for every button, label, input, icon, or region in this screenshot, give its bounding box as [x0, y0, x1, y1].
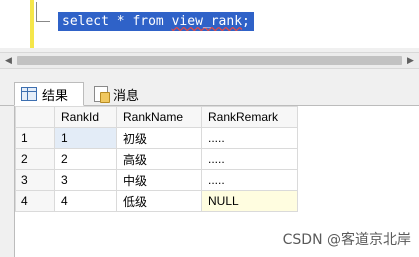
tab-messages-label: 消息: [113, 87, 140, 103]
sql-select-keyword: select: [62, 14, 109, 29]
horizontal-scrollbar[interactable]: ◀ ▶: [0, 52, 419, 69]
table-row: 3 3 中级 .....: [15, 169, 298, 191]
cell-rankremark[interactable]: .....: [201, 169, 298, 191]
cell-rankname[interactable]: 初级: [116, 127, 202, 149]
scroll-left-icon[interactable]: ◀: [0, 53, 17, 68]
cell-rankid[interactable]: 1: [54, 127, 117, 149]
sql-from-keyword: from: [132, 14, 164, 29]
editor-gutter: [0, 0, 32, 48]
row-number[interactable]: 3: [15, 169, 55, 191]
sql-star: *: [116, 14, 125, 29]
cell-rankname[interactable]: 低级: [116, 190, 202, 212]
tab-results-label: 结果: [42, 87, 69, 103]
tab-results[interactable]: 结果: [14, 82, 84, 106]
corner-cell[interactable]: [15, 106, 55, 128]
header-row: RankId RankName RankRemark: [15, 106, 298, 128]
table-row: 4 4 低级 NULL: [15, 190, 298, 212]
column-header-rankid[interactable]: RankId: [54, 106, 117, 128]
cell-rankremark[interactable]: .....: [201, 127, 298, 149]
results-tab-bar: 结果 消息: [0, 78, 419, 106]
row-number[interactable]: 1: [15, 127, 55, 149]
cell-rankname[interactable]: 高级: [116, 148, 202, 170]
column-header-rankname[interactable]: RankName: [116, 106, 202, 128]
scroll-thumb[interactable]: [17, 56, 402, 65]
sql-object-name: view_rank: [171, 14, 243, 29]
cell-rankremark[interactable]: .....: [201, 148, 298, 170]
table-row: 1 1 初级 .....: [15, 127, 298, 149]
watermark: CSDN @客道京北岸: [282, 232, 411, 248]
query-editor[interactable]: select * from view_rank;: [0, 0, 419, 48]
change-marker: [30, 0, 34, 48]
scroll-right-icon[interactable]: ▶: [402, 53, 419, 68]
cell-rankremark[interactable]: NULL: [201, 190, 298, 212]
table-row: 2 2 高级 .....: [15, 148, 298, 170]
cell-rankid[interactable]: 2: [54, 148, 117, 170]
results-table: RankId RankName RankRemark 1 1 初级 ..... …: [15, 106, 298, 212]
selected-sql-statement[interactable]: select * from view_rank;: [58, 12, 254, 31]
row-number[interactable]: 2: [15, 148, 55, 170]
row-number[interactable]: 4: [15, 190, 55, 212]
grid-icon: [21, 87, 37, 101]
cell-rankname[interactable]: 中级: [116, 169, 202, 191]
cell-rankid[interactable]: 4: [54, 190, 117, 212]
tab-messages[interactable]: 消息: [88, 82, 152, 106]
messages-icon: [94, 86, 110, 103]
column-header-rankremark[interactable]: RankRemark: [201, 106, 298, 128]
cell-rankid[interactable]: 3: [54, 169, 117, 191]
outline-line: [36, 2, 50, 22]
sql-terminator: ;: [242, 14, 250, 29]
